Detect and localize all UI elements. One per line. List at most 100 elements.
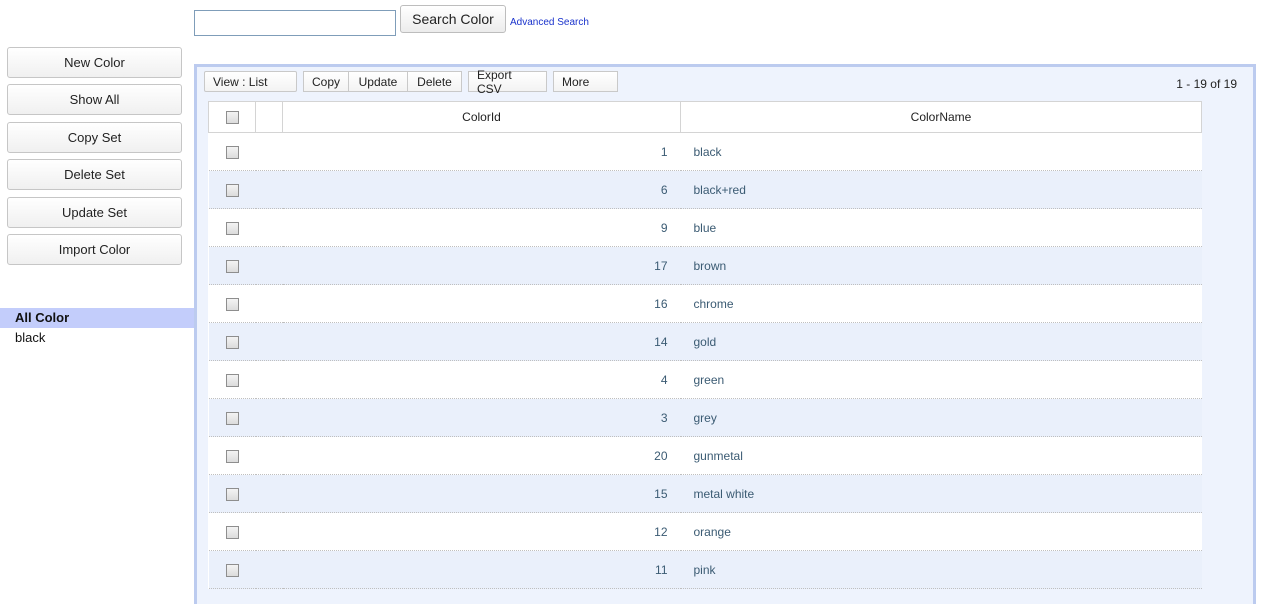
color-name-cell: metal white (680, 474, 1202, 513)
color-table: ColorId ColorName 1 black 6 black+red 9 blue 1… (208, 101, 1202, 589)
row-checkbox-cell (208, 398, 256, 437)
update-set-button[interactable]: Update Set (7, 197, 182, 228)
row-spacer (255, 284, 283, 323)
row-spacer (255, 170, 283, 209)
color-name-cell: pink (680, 550, 1202, 589)
select-all-checkbox[interactable] (225, 111, 239, 125)
color-name-cell: brown (680, 246, 1202, 285)
table-row[interactable]: 20 gunmetal (208, 436, 1202, 475)
color-name-cell: blue (680, 208, 1202, 247)
table-row[interactable]: 6 black+red (208, 170, 1202, 209)
color-name-cell: orange (680, 512, 1202, 551)
table-row[interactable]: 3 grey (208, 398, 1202, 437)
row-spacer (255, 360, 283, 399)
color-name-cell: green (680, 360, 1202, 399)
sidebar-list: All Color black (0, 308, 194, 348)
row-checkbox-cell (208, 436, 256, 475)
row-checkbox-cell (208, 132, 256, 171)
toolbar: View : List Copy Update Delete Export CS… (204, 68, 618, 96)
color-id-cell: 6 (282, 170, 681, 209)
color-name-cell: grey (680, 398, 1202, 437)
color-name-cell: black+red (680, 170, 1202, 209)
color-id-cell: 17 (282, 246, 681, 285)
row-spacer (255, 208, 283, 247)
row-spacer (255, 550, 283, 589)
main-panel: View : List Copy Update Delete Export CS… (194, 64, 1256, 604)
row-spacer (255, 474, 283, 513)
row-checkbox-cell (208, 208, 256, 247)
row-checkbox-cell (208, 360, 256, 399)
row-checkbox-cell (208, 284, 256, 323)
pager-text: 1 - 19 of 19 (1176, 77, 1237, 91)
color-id-cell: 1 (282, 132, 681, 171)
table-row[interactable]: 4 green (208, 360, 1202, 399)
row-checkbox[interactable] (225, 145, 239, 159)
copy-button[interactable]: Copy (303, 71, 349, 92)
row-spacer (255, 132, 283, 171)
table-row[interactable]: 1 black (208, 132, 1202, 171)
table-row[interactable]: 15 metal white (208, 474, 1202, 513)
header-spacer (255, 101, 283, 133)
table-row[interactable]: 14 gold (208, 322, 1202, 361)
sidebar-item-black[interactable]: black (0, 328, 194, 348)
update-button[interactable]: Update (349, 71, 408, 92)
table-header-row: ColorId ColorName (208, 101, 1202, 133)
color-id-cell: 9 (282, 208, 681, 247)
row-checkbox-cell (208, 246, 256, 285)
color-id-cell: 4 (282, 360, 681, 399)
table-row[interactable]: 16 chrome (208, 284, 1202, 323)
column-header-colorid[interactable]: ColorId (282, 101, 681, 133)
row-checkbox-cell (208, 550, 256, 589)
row-checkbox[interactable] (225, 563, 239, 577)
row-checkbox[interactable] (225, 335, 239, 349)
search-input[interactable] (194, 10, 396, 36)
row-checkbox[interactable] (225, 411, 239, 425)
row-spacer (255, 246, 283, 285)
advanced-search-link[interactable]: Advanced Search (510, 17, 589, 28)
color-id-cell: 3 (282, 398, 681, 437)
copy-set-button[interactable]: Copy Set (7, 122, 182, 153)
show-all-button[interactable]: Show All (7, 84, 182, 115)
delete-button[interactable]: Delete (408, 71, 462, 92)
color-name-cell: chrome (680, 284, 1202, 323)
row-checkbox[interactable] (225, 221, 239, 235)
color-id-cell: 11 (282, 550, 681, 589)
select-all-cell (208, 101, 256, 133)
column-header-colorname[interactable]: ColorName (680, 101, 1202, 133)
row-checkbox[interactable] (225, 183, 239, 197)
row-checkbox[interactable] (225, 487, 239, 501)
row-checkbox[interactable] (225, 525, 239, 539)
row-checkbox-cell (208, 322, 256, 361)
color-id-cell: 14 (282, 322, 681, 361)
color-name-cell: gunmetal (680, 436, 1202, 475)
view-list-dropdown[interactable]: View : List (204, 71, 297, 92)
more-dropdown[interactable]: More (553, 71, 618, 92)
row-spacer (255, 512, 283, 551)
row-spacer (255, 398, 283, 437)
row-checkbox-cell (208, 474, 256, 513)
delete-set-button[interactable]: Delete Set (7, 159, 182, 190)
import-color-button[interactable]: Import Color (7, 234, 182, 265)
table-row[interactable]: 9 blue (208, 208, 1202, 247)
color-id-cell: 20 (282, 436, 681, 475)
color-id-cell: 15 (282, 474, 681, 513)
table-row[interactable]: 17 brown (208, 246, 1202, 285)
row-checkbox-cell (208, 512, 256, 551)
row-spacer (255, 436, 283, 475)
row-checkbox[interactable] (225, 297, 239, 311)
action-button-group: Copy Update Delete (303, 71, 462, 92)
color-id-cell: 16 (282, 284, 681, 323)
new-color-button[interactable]: New Color (7, 47, 182, 78)
export-csv-button[interactable]: Export CSV (468, 68, 547, 96)
color-name-cell: gold (680, 322, 1202, 361)
row-checkbox[interactable] (225, 373, 239, 387)
search-color-button[interactable]: Search Color (400, 5, 506, 33)
table-row[interactable]: 11 pink (208, 550, 1202, 589)
row-spacer (255, 322, 283, 361)
color-name-cell: black (680, 132, 1202, 171)
row-checkbox[interactable] (225, 259, 239, 273)
sidebar-item-all-color[interactable]: All Color (0, 308, 194, 328)
row-checkbox-cell (208, 170, 256, 209)
table-row[interactable]: 12 orange (208, 512, 1202, 551)
row-checkbox[interactable] (225, 449, 239, 463)
